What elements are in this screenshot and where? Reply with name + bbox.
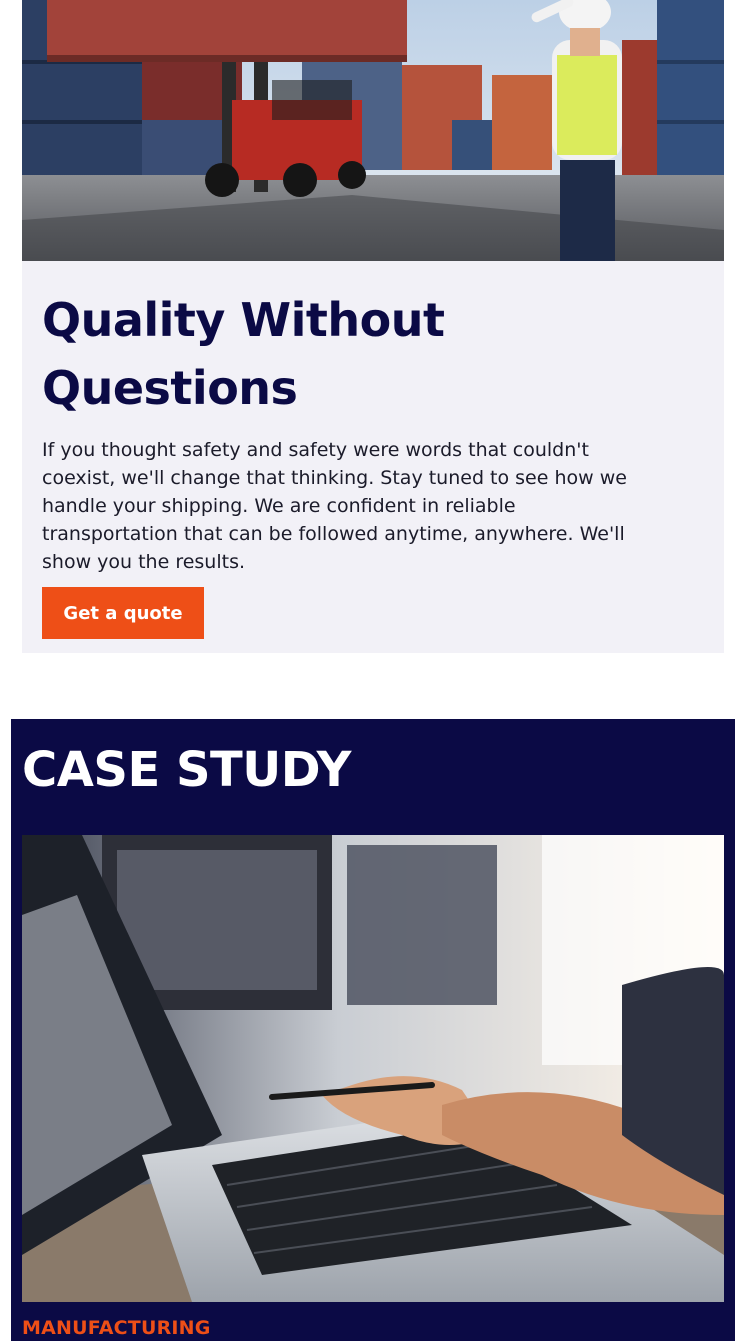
laptop-typing-illustration [22,835,724,1302]
quality-card: Quality Without Questions If you thought… [22,0,724,653]
quality-description: If you thought safety and safety were wo… [42,439,627,573]
case-study-image-laptop[interactable] [22,835,724,1302]
case-study-heading: CASE STUDY [22,742,351,798]
get-a-quote-button[interactable]: Get a quote [42,587,204,639]
container-port-illustration [22,0,724,261]
case-study-section: CASE STUDY MANUFACTURING [11,719,735,1341]
case-study-category: MANUFACTURING [22,1317,211,1339]
hero-image-container-port [22,0,724,261]
quality-title: Quality Without Questions [42,293,445,415]
